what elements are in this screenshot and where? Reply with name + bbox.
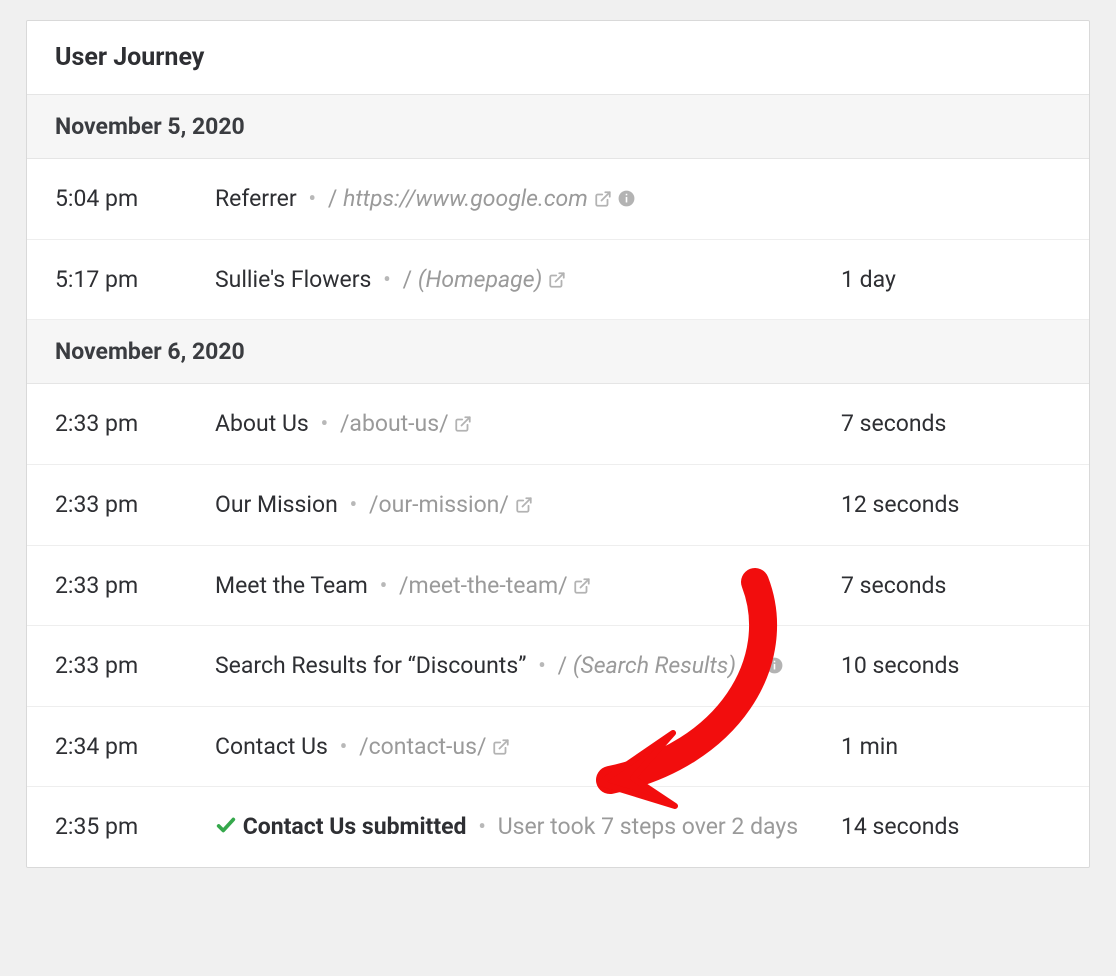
row-path: /contact-us/ [359, 733, 486, 760]
row-description: Search Results for “Discounts” • / (Sear… [215, 648, 841, 684]
journey-row: 5:17 pmSullie's Flowers • / (Homepage) 1… [27, 240, 1089, 321]
row-time: 5:04 pm [55, 181, 215, 217]
date-header: November 5, 2020 [27, 95, 1089, 159]
row-description: Referrer • / https://www.google.com [215, 181, 841, 217]
row-time: 2:35 pm [55, 809, 215, 845]
separator-dot: • [383, 266, 391, 293]
row-description: Contact Us • /contact-us/ [215, 729, 841, 765]
separator-dot: • [308, 185, 316, 212]
row-description: Sullie's Flowers • / (Homepage) [215, 262, 841, 298]
journey-row: 2:33 pmOur Mission • /our-mission/ 12 se… [27, 465, 1089, 546]
separator-dot: • [380, 572, 388, 599]
row-description: Contact Us submitted • User took 7 steps… [215, 809, 841, 845]
date-header: November 6, 2020 [27, 320, 1089, 384]
row-time: 2:33 pm [55, 568, 215, 604]
check-icon [215, 814, 237, 836]
external-link-icon[interactable] [548, 271, 566, 289]
row-time: 2:34 pm [55, 729, 215, 765]
separator-dot: • [350, 491, 358, 518]
row-summary: User took 7 steps over 2 days [498, 813, 798, 840]
journey-row: 2:35 pm Contact Us submitted • User took… [27, 787, 1089, 867]
separator-dot: • [320, 410, 328, 437]
row-duration: 10 seconds [841, 648, 1061, 684]
row-duration: 1 min [841, 729, 1061, 765]
external-link-icon[interactable] [515, 496, 533, 514]
row-time: 2:33 pm [55, 406, 215, 442]
panel-title: User Journey [55, 43, 1061, 72]
row-title: About Us [215, 410, 309, 437]
row-duration: 14 seconds [841, 809, 1061, 845]
row-title: Search Results for “Discounts” [215, 652, 526, 679]
journey-row: 2:34 pmContact Us • /contact-us/ 1 min [27, 707, 1089, 788]
row-time: 2:33 pm [55, 648, 215, 684]
row-title: Sullie's Flowers [215, 266, 371, 293]
info-icon[interactable] [617, 189, 636, 208]
row-title: Referrer [215, 185, 297, 212]
row-title: Contact Us submitted [243, 813, 467, 840]
row-path-prefix: / [403, 266, 418, 293]
separator-dot: • [478, 813, 486, 840]
external-link-icon[interactable] [492, 738, 510, 756]
row-time: 2:33 pm [55, 487, 215, 523]
separator-dot: • [538, 652, 546, 679]
row-description: About Us • /about-us/ [215, 406, 841, 442]
row-duration: 7 seconds [841, 406, 1061, 442]
row-title: Our Mission [215, 491, 338, 518]
row-duration: 1 day [841, 262, 1061, 298]
external-link-icon[interactable] [573, 577, 591, 595]
row-description: Our Mission • /our-mission/ [215, 487, 841, 523]
external-link-icon[interactable] [454, 415, 472, 433]
row-path: /our-mission/ [369, 491, 509, 518]
separator-dot: • [340, 733, 348, 760]
external-link-icon[interactable] [742, 657, 760, 675]
row-path: (Homepage) [418, 266, 542, 293]
row-time: 5:17 pm [55, 262, 215, 298]
journey-row: 2:33 pmMeet the Team • /meet-the-team/ 7… [27, 546, 1089, 627]
row-path-prefix: / [558, 652, 573, 679]
row-duration: 12 seconds [841, 487, 1061, 523]
user-journey-panel: User Journey November 5, 20205:04 pmRefe… [26, 20, 1090, 868]
row-path: /about-us/ [340, 410, 449, 437]
row-path-prefix: / [328, 185, 343, 212]
row-duration: 7 seconds [841, 568, 1061, 604]
journey-row: 2:33 pmAbout Us • /about-us/ 7 seconds [27, 384, 1089, 465]
row-path: https://www.google.com [343, 185, 588, 212]
row-title: Meet the Team [215, 572, 368, 599]
row-title: Contact Us [215, 733, 328, 760]
journey-row: 2:33 pmSearch Results for “Discounts” • … [27, 626, 1089, 707]
row-path: /meet-the-team/ [399, 572, 568, 599]
row-description: Meet the Team • /meet-the-team/ [215, 568, 841, 604]
journey-body: November 5, 20205:04 pmReferrer • / http… [27, 95, 1089, 867]
journey-row: 5:04 pmReferrer • / https://www.google.c… [27, 159, 1089, 240]
info-icon[interactable] [765, 656, 784, 675]
row-path: (Search Results) [573, 652, 736, 679]
panel-header: User Journey [27, 21, 1089, 95]
external-link-icon[interactable] [594, 190, 612, 208]
